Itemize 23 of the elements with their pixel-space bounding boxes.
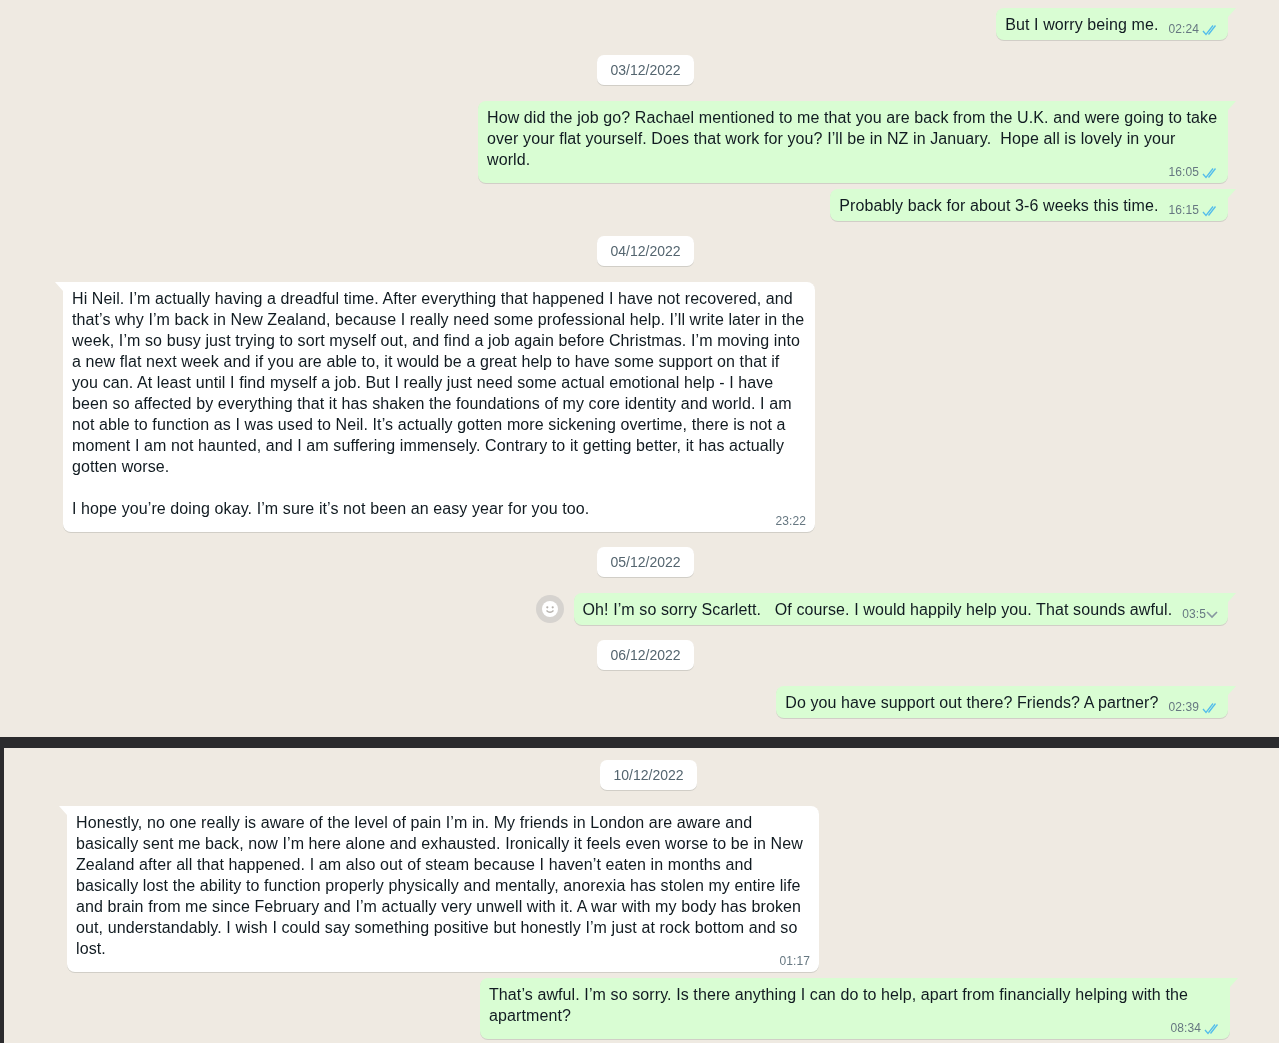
date-chip: 06/12/2022 — [597, 640, 694, 670]
message-text: But I worry being me. — [1005, 15, 1159, 35]
message-text: Honestly, no one really is aware of the level of pain I’m in. My friends in London are aware and basically sent me back, now I’m here alone and exhausted. Ironically it feels even worse to be in New Zealand after all that happened. I am also out of steam because I haven’t eaten in months and basically lost the ability to function properly physically and mentally, anorexia has stolen my entire life and brain from me since February and I’m actually very unwell with it. A war with my body has broken out, understandably. I wish I could say something positive but honestly I’m just at rock bottom and so lost. — [76, 813, 803, 957]
message-text: Do you have support out there? Friends? A partner? — [785, 693, 1159, 713]
date-chip: 03/12/2022 — [597, 55, 694, 85]
message-time: 16:15 — [1168, 203, 1199, 218]
message-time: 23:22 — [775, 514, 806, 529]
message-time: 02:24 — [1168, 22, 1199, 37]
message-time: 16:05 — [1168, 165, 1199, 180]
message-text: Hi Neil. I’m actually having a dreadful time. After everything that happened I have not recovered, and that’s why I’m back in New Zealand, because I really need some professional help. I’ll write later in the week, I’m so busy just trying to sort myself out, and find a job again before Christmas. I’m moving into a new flat next week and if you are able to, it would be a great help to have some support on that if you can. At least until I find myself a job. But I really just need some actual emotional help - I have been so affected by everything that it has shaken the foundations of my core identity and world. I am not able to function as I was used to Neil. It’s actually gotten more sickening overtime, there is not a moment I am not haunted, and I am suffering immensely. Contrary to it getting better, it has actually gotten worse. I hope you’re doing okay. I’m sure it’s not been an easy year for you too. — [72, 289, 805, 517]
message-time: 01:17 — [779, 954, 810, 969]
message-text: That’s awful. I’m so sorry. Is there anything I can do to help, apart from financially helping with the apartment? — [489, 985, 1188, 1024]
message-time: 02:39 — [1168, 700, 1199, 715]
chevron-down-icon[interactable] — [1205, 609, 1219, 620]
date-chip: 05/12/2022 — [597, 547, 694, 577]
smiley-icon[interactable] — [535, 595, 564, 623]
message-text: Oh! I’m so sorry Scarlett. Of course. I would happily help you. That sounds awful. — [582, 600, 1173, 620]
date-chip: 10/12/2022 — [600, 760, 697, 790]
date-chip: 04/12/2022 — [597, 236, 694, 266]
message-time: 03:5 — [1182, 607, 1206, 622]
message-text: How did the job go? Rachael mentioned to me that you are back from the U.K. and were going to take over your flat yourself. Does that work for you? I’ll be in NZ in January. Hope all is lovely in your world. — [487, 108, 1219, 168]
message-text: Probably back for about 3-6 weeks this time. — [839, 196, 1159, 216]
message-time: 08:34 — [1170, 1021, 1201, 1036]
